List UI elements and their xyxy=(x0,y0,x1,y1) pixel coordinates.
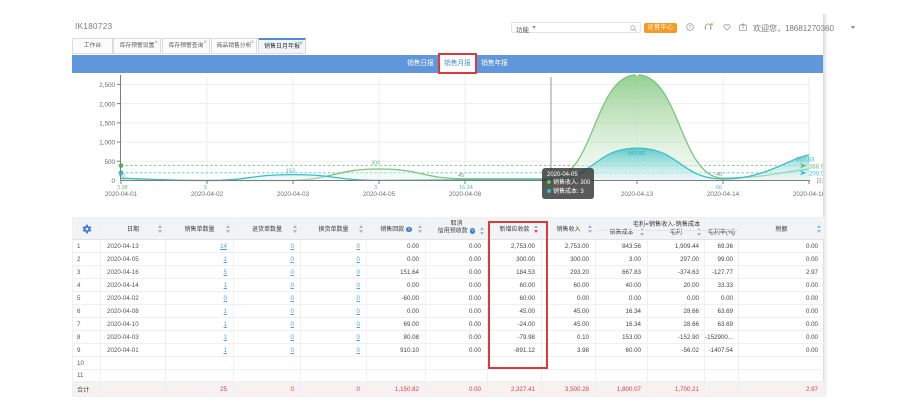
svg-text:3: 3 xyxy=(374,185,377,191)
svg-text:60: 60 xyxy=(119,173,125,179)
svg-text:667.83: 667.83 xyxy=(796,158,815,164)
svg-text:2020-04-08: 2020-04-08 xyxy=(449,191,482,198)
svg-text:16.34: 16.34 xyxy=(459,185,473,191)
svg-text:2020-04-02: 2020-04-02 xyxy=(191,191,224,198)
svg-text:500: 500 xyxy=(104,159,115,166)
svg-text:300: 300 xyxy=(371,161,380,167)
svg-text:40: 40 xyxy=(716,172,722,178)
svg-text:0: 0 xyxy=(111,178,115,185)
svg-text:200.01: 200.01 xyxy=(809,172,823,178)
svg-text:2,500: 2,500 xyxy=(99,82,115,89)
svg-text:60: 60 xyxy=(716,185,722,191)
svg-text:153: 153 xyxy=(286,169,295,175)
svg-text:日期: 日期 xyxy=(816,177,823,185)
svg-text:2020-04-16: 2020-04-16 xyxy=(793,191,823,198)
svg-text:0: 0 xyxy=(204,185,207,191)
svg-text:388.92: 388.92 xyxy=(809,164,823,170)
svg-text:2020-04-14: 2020-04-14 xyxy=(707,191,740,198)
svg-text:2020-04-01: 2020-04-01 xyxy=(105,191,138,198)
svg-text:?: ? xyxy=(689,25,692,31)
svg-text:843.56: 843.56 xyxy=(628,151,645,157)
svg-text:1,500: 1,500 xyxy=(99,121,115,128)
svg-text:2020-04-03: 2020-04-03 xyxy=(277,191,310,198)
svg-text:3.98: 3.98 xyxy=(117,185,128,191)
svg-text:2020-04-05: 2020-04-05 xyxy=(363,191,396,198)
svg-text:2,000: 2,000 xyxy=(99,101,115,108)
svg-text:2020-04-13: 2020-04-13 xyxy=(621,191,654,198)
svg-text:45: 45 xyxy=(458,173,464,179)
svg-text:1,000: 1,000 xyxy=(99,140,115,147)
